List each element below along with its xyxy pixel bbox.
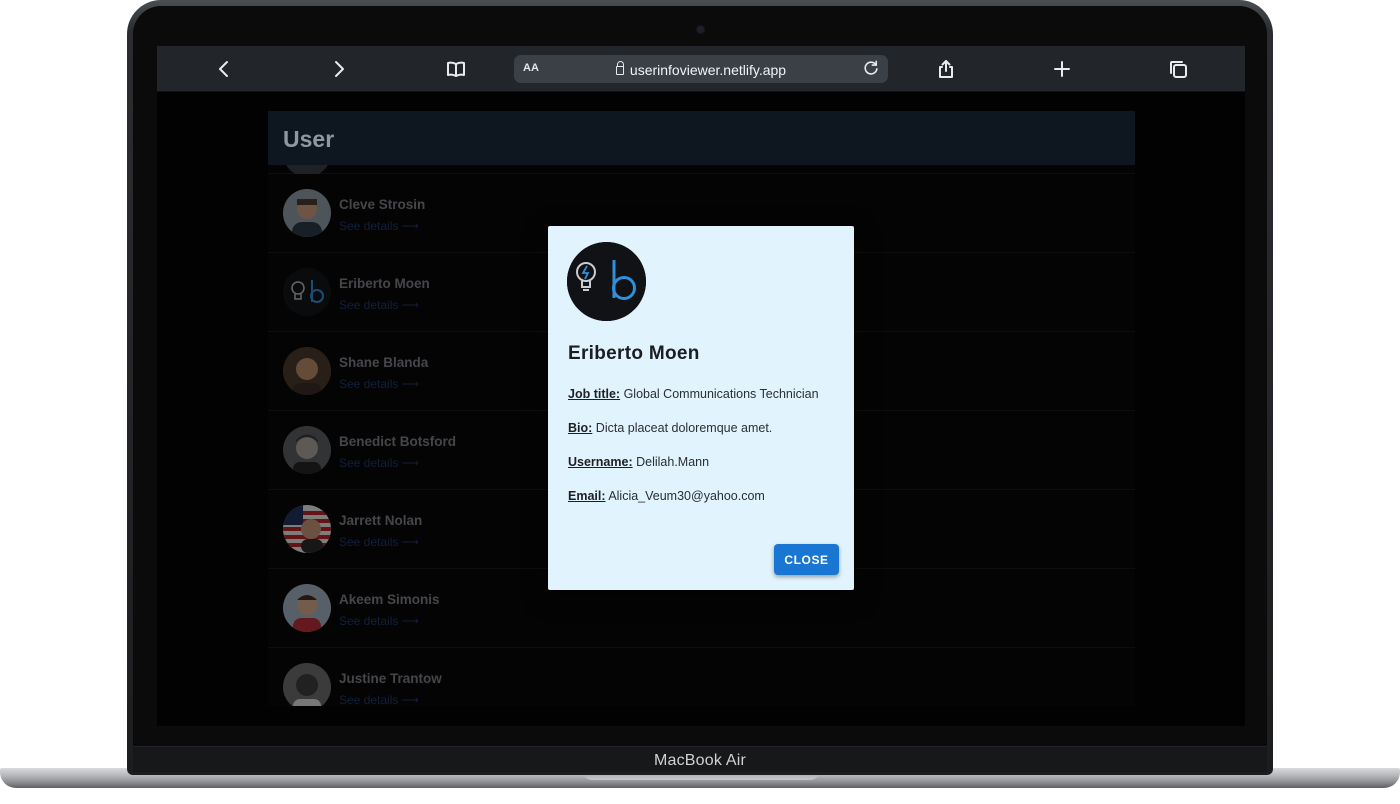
device-brand-label: MacBook Air (653, 752, 746, 769)
chevron-left-icon[interactable] (212, 57, 236, 81)
chevron-right-icon[interactable] (327, 57, 351, 81)
avatar (567, 242, 646, 321)
field-label: Email: (568, 489, 606, 503)
field-value: Global Communications Technician (623, 387, 819, 401)
address-bar[interactable]: AA userinfoviewer.netlify.app (514, 55, 888, 83)
close-button[interactable]: CLOSE (774, 544, 839, 575)
job-title-field: Job title: Global Communications Technic… (568, 387, 819, 401)
email-field: Email: Alicia_Veum30@yahoo.com (568, 489, 765, 503)
field-label: Bio: (568, 421, 593, 435)
share-icon[interactable] (934, 57, 958, 81)
plus-icon[interactable] (1050, 57, 1074, 81)
reload-icon[interactable] (862, 59, 882, 79)
web-page: User Cleve Strosin See details ⟶ Eribert… (157, 93, 1245, 726)
dialog-title: Eriberto Moen (568, 343, 700, 364)
laptop-mockup: AA userinfoviewer.netlify.app User Cleve… (0, 0, 1400, 804)
field-label: Username: (568, 455, 633, 469)
url-display: userinfoviewer.netlify.app (514, 61, 888, 78)
field-value: Delilah.Mann (636, 455, 710, 469)
username-field: Username: Delilah.Mann (568, 455, 709, 469)
screen: AA userinfoviewer.netlify.app User Cleve… (157, 46, 1245, 726)
bio-field: Bio: Dicta placeat doloremque amet. (568, 421, 772, 435)
book-icon[interactable] (444, 57, 468, 81)
field-label: Job title: (568, 387, 621, 401)
url-text: userinfoviewer.netlify.app (629, 62, 787, 78)
page-title: User (283, 126, 335, 152)
tabs-icon[interactable] (1166, 57, 1190, 81)
camera-icon (697, 26, 704, 33)
browser-toolbar: AA userinfoviewer.netlify.app (157, 46, 1245, 92)
field-value: Alicia_Veum30@yahoo.com (608, 489, 765, 503)
user-details-dialog: Eriberto Moen Job title: Global Communic… (548, 226, 854, 590)
field-value: Dicta placeat doloremque amet. (595, 421, 773, 435)
app-header: User (268, 111, 1135, 165)
lock-icon (615, 61, 624, 75)
